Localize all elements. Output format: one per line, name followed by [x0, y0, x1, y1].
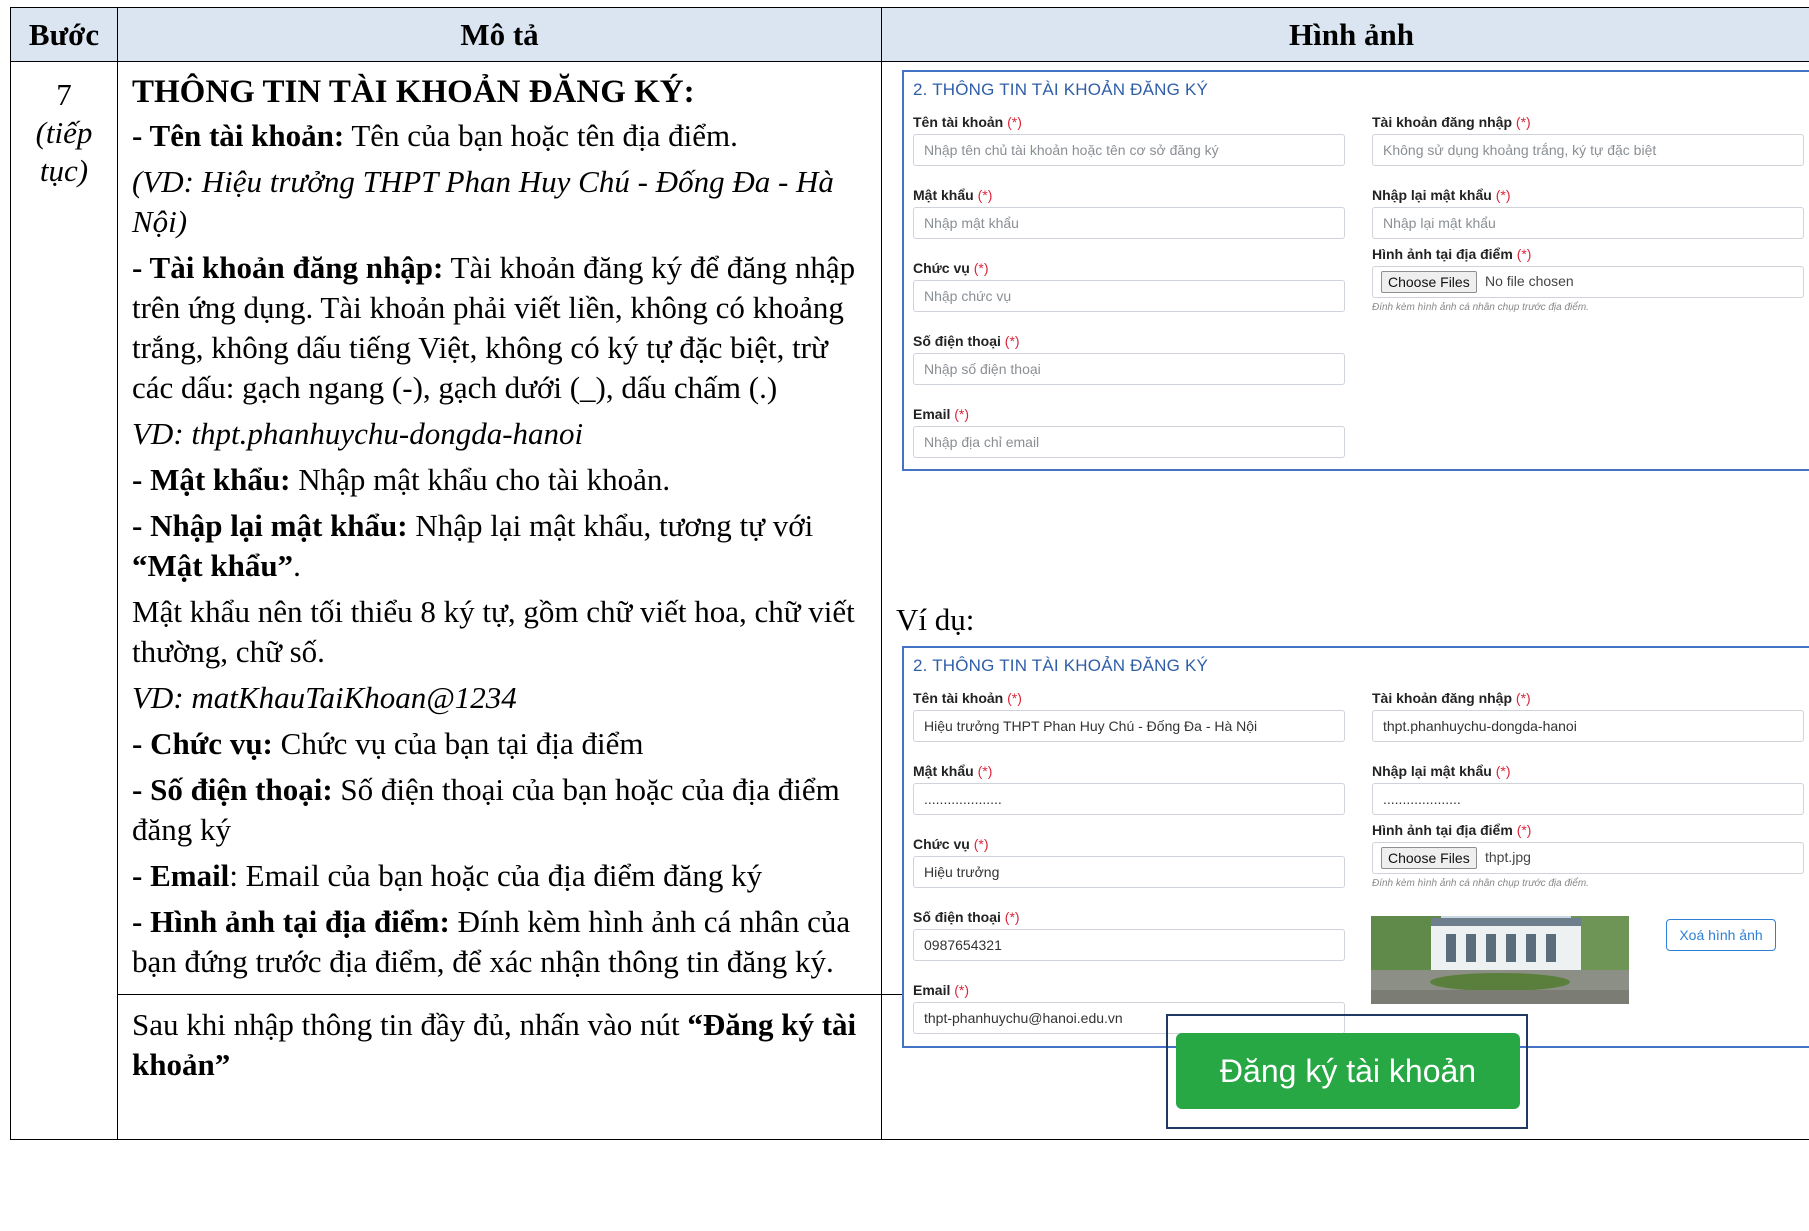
password-input[interactable]: Nhập mật khẩu: [913, 207, 1345, 239]
instruction-table: Bước Mô tả Hình ảnh 7 (tiếp tục) THÔNG T…: [10, 7, 1809, 1140]
desc-example: VD: thpt.phanhuychu-dongda-hanoi: [132, 416, 584, 451]
password-confirm-input[interactable]: ....................: [1372, 783, 1804, 815]
choose-files-button[interactable]: Choose Files: [1381, 271, 1477, 293]
login-field: Tài khoản đăng nhập (*) thpt.phanhuychu-…: [1372, 690, 1809, 742]
account-name-field: Tên tài khoản (*) Nhập tên chủ tài khoản…: [913, 114, 1353, 166]
desc-item: - Mật khẩu: Nhập mật khẩu cho tài khoản.: [132, 462, 671, 497]
header-image: Hình ảnh: [881, 7, 1809, 62]
position-field: Chức vụ (*) Nhập chức vụ: [913, 260, 1353, 312]
filled-form-screenshot: 2. THÔNG TIN TÀI KHOẢN ĐĂNG KÝ Tên tài k…: [902, 646, 1809, 1048]
button-image-cell: Đăng ký tài khoản: [881, 994, 1809, 1140]
password-confirm-field: Nhập lại mật khẩu (*) ..................…: [1372, 763, 1809, 815]
password-input[interactable]: ....................: [913, 783, 1345, 815]
button-screenshot-frame: Đăng ký tài khoản: [1166, 1014, 1528, 1129]
final-instruction: Sau khi nhập thông tin đầy đủ, nhấn vào …: [132, 1007, 857, 1082]
empty-form-screenshot: 2. THÔNG TIN TÀI KHOẢN ĐĂNG KÝ Tên tài k…: [902, 70, 1809, 471]
desc-item: - Tài khoản đăng nhập: Tài khoản đăng ký…: [132, 250, 856, 405]
position-input[interactable]: Nhập chức vụ: [913, 280, 1345, 312]
desc-item: - Email: Email của bạn hoặc của địa điểm…: [132, 858, 763, 893]
step-cell: 7 (tiếp tục): [10, 61, 118, 1140]
email-input[interactable]: Nhập địa chỉ email: [913, 426, 1345, 458]
choose-files-button[interactable]: Choose Files: [1381, 847, 1477, 869]
file-hint: Đính kèm hình ảnh cá nhân chụp trước địa…: [1372, 302, 1589, 313]
password-confirm-field: Nhập lại mật khẩu (*) Nhập lại mật khẩu: [1372, 187, 1809, 239]
form-title: 2. THÔNG TIN TÀI KHOẢN ĐĂNG KÝ: [913, 80, 1209, 99]
description-cell: THÔNG TIN TÀI KHOẢN ĐĂNG KÝ: - Tên tài k…: [117, 61, 882, 995]
desc-example: VD: matKhauTaiKhoan@1234: [132, 680, 517, 715]
example-label: Ví dụ:: [896, 602, 975, 637]
delete-image-button[interactable]: Xoá hình ảnh: [1666, 919, 1776, 951]
file-status: No file chosen: [1485, 273, 1574, 289]
phone-field: Số điện thoại (*) Nhập số điện thoại: [913, 333, 1353, 385]
login-input[interactable]: thpt.phanhuychu-dongda-hanoi: [1372, 710, 1804, 742]
desc-item: Mật khẩu nên tối thiểu 8 ký tự, gồm chữ …: [132, 594, 855, 669]
header-description: Mô tả: [117, 7, 882, 62]
section-heading: THÔNG TIN TÀI KHOẢN ĐĂNG KÝ:: [132, 74, 695, 110]
phone-input[interactable]: Nhập số điện thoại: [913, 353, 1345, 385]
phone-field: Số điện thoại (*) 0987654321: [913, 909, 1353, 961]
file-hint: Đính kèm hình ảnh cá nhân chụp trước địa…: [1372, 878, 1589, 889]
login-field: Tài khoản đăng nhập (*) Không sử dụng kh…: [1372, 114, 1809, 166]
school-photo: [1371, 916, 1629, 1004]
step-number: 7: [56, 77, 72, 112]
account-name-input[interactable]: Hiệu trưởng THPT Phan Huy Chú - Đống Đa …: [913, 710, 1345, 742]
position-field: Chức vụ (*) Hiệu trưởng: [913, 836, 1353, 888]
desc-item: - Số điện thoại: Số điện thoại của bạn h…: [132, 772, 840, 847]
email-field: Email (*) Nhập địa chỉ email: [913, 406, 1353, 458]
desc-item: - Hình ảnh tại địa điểm: Đính kèm hình ả…: [132, 904, 851, 979]
password-confirm-input[interactable]: Nhập lại mật khẩu: [1372, 207, 1804, 239]
form-title: 2. THÔNG TIN TÀI KHOẢN ĐĂNG KÝ: [913, 656, 1209, 675]
desc-item: - Tên tài khoản: Tên của bạn hoặc tên đị…: [132, 118, 738, 153]
desc-item: - Chức vụ: Chức vụ của bạn tại địa điểm: [132, 726, 644, 761]
desc-item: - Nhập lại mật khẩu: Nhập lại mật khẩu, …: [132, 508, 814, 583]
register-account-button[interactable]: Đăng ký tài khoản: [1176, 1033, 1520, 1109]
file-name: thpt.jpg: [1485, 849, 1531, 865]
password-field: Mật khẩu (*) ....................: [913, 763, 1353, 815]
password-field: Mật khẩu (*) Nhập mật khẩu: [913, 187, 1353, 239]
file-input: Choose Files thpt.jpg: [1372, 842, 1804, 874]
file-input: Choose Files No file chosen: [1372, 266, 1804, 298]
desc-example: (VD: Hiệu trưởng THPT Phan Huy Chú - Đốn…: [132, 164, 834, 239]
image-field: Hình ảnh tại địa điểm (*) Choose Files N…: [1372, 246, 1809, 313]
step-note: (tiếp tục): [35, 115, 93, 188]
header-step: Bước: [10, 7, 118, 62]
position-input[interactable]: Hiệu trưởng: [913, 856, 1345, 888]
final-instruction-cell: Sau khi nhập thông tin đầy đủ, nhấn vào …: [117, 994, 882, 1140]
account-name-field: Tên tài khoản (*) Hiệu trưởng THPT Phan …: [913, 690, 1353, 742]
phone-input[interactable]: 0987654321: [913, 929, 1345, 961]
account-name-input[interactable]: Nhập tên chủ tài khoản hoặc tên cơ sở đă…: [913, 134, 1345, 166]
image-cell: 2. THÔNG TIN TÀI KHOẢN ĐĂNG KÝ Tên tài k…: [881, 61, 1809, 1048]
login-input[interactable]: Không sử dụng khoảng trắng, ký tự đặc bi…: [1372, 134, 1804, 166]
image-field: Hình ảnh tại địa điểm (*) Choose Files t…: [1372, 822, 1809, 889]
